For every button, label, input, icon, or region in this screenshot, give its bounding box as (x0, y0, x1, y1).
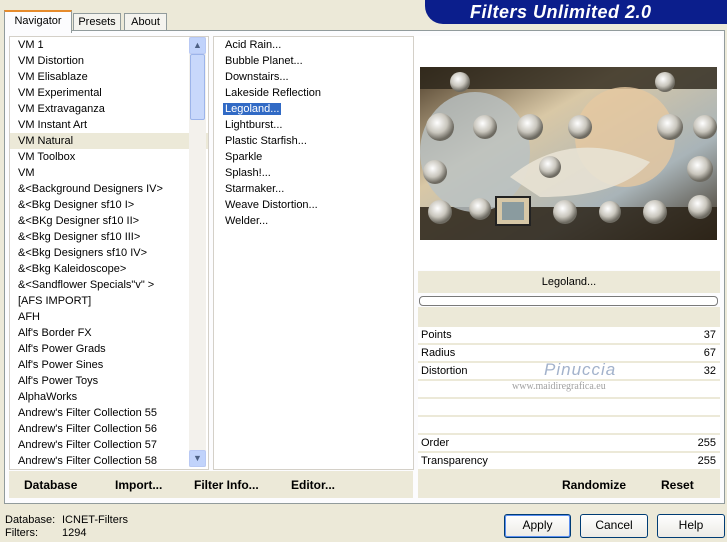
filter-item[interactable]: Splash!... (214, 165, 413, 181)
category-item[interactable]: Alf's Power Toys (10, 373, 208, 389)
category-item[interactable]: Andrew's Filter Collection 55 (10, 405, 208, 421)
filter-item-label: Sparkle (225, 151, 263, 163)
tab-navigator[interactable]: Navigator (4, 10, 72, 33)
cancel-button[interactable]: Cancel (580, 514, 648, 538)
category-item[interactable]: Alf's Power Sines (10, 357, 208, 373)
watermark-url: www.maidiregrafica.eu (512, 381, 606, 392)
category-item[interactable]: Alf's Border FX (10, 325, 208, 341)
category-item[interactable]: Alf's Power Grads (10, 341, 208, 357)
scroll-thumb[interactable] (190, 54, 205, 120)
filter-item-label: Bubble Planet... (225, 55, 303, 67)
scroll-up-button[interactable]: ▲ (189, 37, 206, 54)
category-item[interactable]: VM Natural (10, 133, 208, 149)
apply-button[interactable]: Apply (504, 514, 571, 538)
category-item[interactable]: VM (10, 165, 208, 181)
import-button[interactable]: Import... (115, 478, 162, 492)
param-label: Points (421, 329, 452, 341)
database-status: Database: ICNET-Filters (5, 514, 128, 526)
category-item[interactable]: Andrew's Filter Collection 57 (10, 437, 208, 453)
category-item[interactable]: &<Bkg Designer sf10 III> (10, 229, 208, 245)
param-row-radius[interactable]: Radius 67 (418, 345, 720, 361)
category-item[interactable]: Andrew's Filter Collection 58 (10, 453, 208, 469)
category-list[interactable]: VM 1 VM Distortion VM Elisablaze VM Experim… (9, 36, 209, 470)
tab-about[interactable]: About (124, 13, 167, 31)
filter-item[interactable]: Starmaker... (214, 181, 413, 197)
param-value: 37 (703, 329, 716, 341)
filter-item[interactable]: Lakeside Reflection (214, 85, 413, 101)
filter-item[interactable]: Welder... (214, 213, 413, 229)
category-item[interactable]: VM Extravaganza (10, 101, 208, 117)
category-item[interactable]: VM Experimental (10, 85, 208, 101)
filters-status: Filters: 1294 (5, 527, 86, 539)
param-value: 67 (703, 347, 716, 359)
param-row-transparency[interactable]: Transparency 255 (418, 453, 720, 469)
param-label: Transparency (421, 455, 488, 467)
progress-bar (419, 296, 718, 306)
help-button[interactable]: Help (657, 514, 725, 538)
category-item[interactable]: &<Background Designers IV> (10, 181, 208, 197)
selected-filter-name: Legoland... (418, 271, 720, 293)
filter-item[interactable]: Legoland... (214, 101, 413, 117)
filter-item[interactable]: Bubble Planet... (214, 53, 413, 69)
database-button[interactable]: Database (24, 478, 77, 492)
category-item[interactable]: &<Bkg Kaleidoscope> (10, 261, 208, 277)
tab-presets[interactable]: Presets (73, 13, 121, 31)
category-item[interactable]: VM Elisablaze (10, 69, 208, 85)
filter-item[interactable]: Plastic Starfish... (214, 133, 413, 149)
param-row-empty (418, 399, 720, 415)
param-label: Radius (421, 347, 456, 359)
category-item[interactable]: VM 1 (10, 37, 208, 53)
filters-value: 1294 (62, 527, 87, 539)
reset-button[interactable]: Reset (661, 478, 694, 492)
filter-item-label: Acid Rain... (225, 39, 282, 51)
category-item[interactable]: AlphaWorks (10, 389, 208, 405)
preview-image (420, 67, 717, 240)
param-value: 32 (703, 365, 716, 377)
param-row-points[interactable]: Points 37 (418, 327, 720, 343)
param-value: 255 (697, 455, 716, 467)
category-item[interactable]: [AFS IMPORT] (10, 293, 208, 309)
filter-item[interactable]: Sparkle (214, 149, 413, 165)
filter-item-label: Weave Distortion... (225, 199, 318, 211)
database-value: ICNET-Filters (62, 514, 128, 526)
category-item[interactable]: VM Distortion (10, 53, 208, 69)
category-item[interactable]: &<Bkg Designer sf10 I> (10, 197, 208, 213)
filter-item[interactable]: Downstairs... (214, 69, 413, 85)
filter-item[interactable]: Lightburst... (214, 117, 413, 133)
filter-item-label: Legoland... (223, 103, 282, 115)
param-row-order[interactable]: Order 255 (418, 435, 720, 451)
filter-item[interactable]: Acid Rain... (214, 37, 413, 53)
watermark-name: Pinuccia (544, 360, 617, 379)
filter-info-button[interactable]: Filter Info... (194, 478, 259, 492)
category-item[interactable]: AFH (10, 309, 208, 325)
filters-label: Filters: (5, 527, 38, 539)
randomize-button[interactable]: Randomize (562, 478, 626, 492)
category-item[interactable]: &<Bkg Designers sf10 IV> (10, 245, 208, 261)
filter-item-label: Plastic Starfish... (225, 135, 307, 147)
filter-item-label: Welder... (225, 215, 269, 227)
category-item[interactable]: Andrew's Filter Collection 56 (10, 421, 208, 437)
filter-item[interactable]: Weave Distortion... (214, 197, 413, 213)
category-item[interactable]: VM Instant Art (10, 117, 208, 133)
filter-item-label: Splash!... (225, 167, 271, 179)
editor-button[interactable]: Editor... (291, 478, 335, 492)
param-label: Order (421, 437, 450, 449)
filter-item-label: Downstairs... (225, 71, 289, 83)
filter-item-label: Starmaker... (225, 183, 285, 195)
category-item[interactable]: &<BKg Designer sf10 II> (10, 213, 208, 229)
category-item[interactable]: VM Toolbox (10, 149, 208, 165)
scroll-down-button[interactable]: ▼ (189, 450, 206, 467)
filter-item-label: Lakeside Reflection (225, 87, 322, 99)
param-value: 255 (697, 437, 716, 449)
category-item[interactable]: &<Sandflower Specials"v" > (10, 277, 208, 293)
database-label: Database: (5, 514, 56, 526)
param-label: Distortion (421, 365, 468, 377)
param-row-empty (418, 417, 720, 433)
app-title: Filters Unlimited 2.0 (470, 2, 652, 22)
filter-list[interactable]: Acid Rain... Bubble Planet... Downstairs..… (213, 36, 414, 470)
filter-item-label: Lightburst... (225, 119, 283, 131)
